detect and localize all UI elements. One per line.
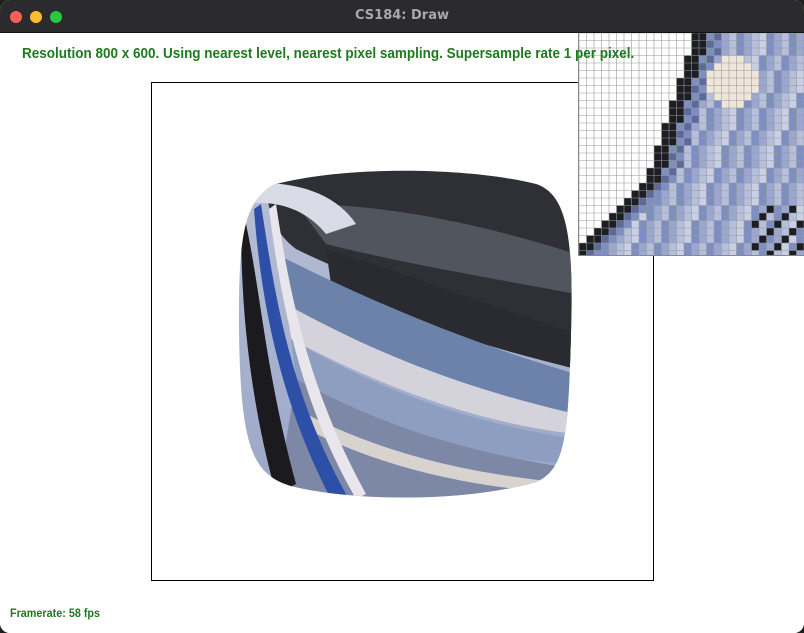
framerate-label: Framerate: 58 fps xyxy=(10,606,101,620)
window-title: CS184: Draw xyxy=(355,8,449,23)
title-bar[interactable]: CS184: Draw xyxy=(0,0,804,33)
app-window: CS184: Draw Resolution 800 x 600. Using … xyxy=(0,0,804,633)
draw-canvas[interactable]: Resolution 800 x 600. Using nearest leve… xyxy=(0,33,804,633)
status-line: Resolution 800 x 600. Using nearest leve… xyxy=(22,45,635,62)
pixel-zoom-inspector xyxy=(578,33,804,256)
zoom-pixel-grid xyxy=(579,33,804,255)
warped-texture-image xyxy=(238,170,572,498)
